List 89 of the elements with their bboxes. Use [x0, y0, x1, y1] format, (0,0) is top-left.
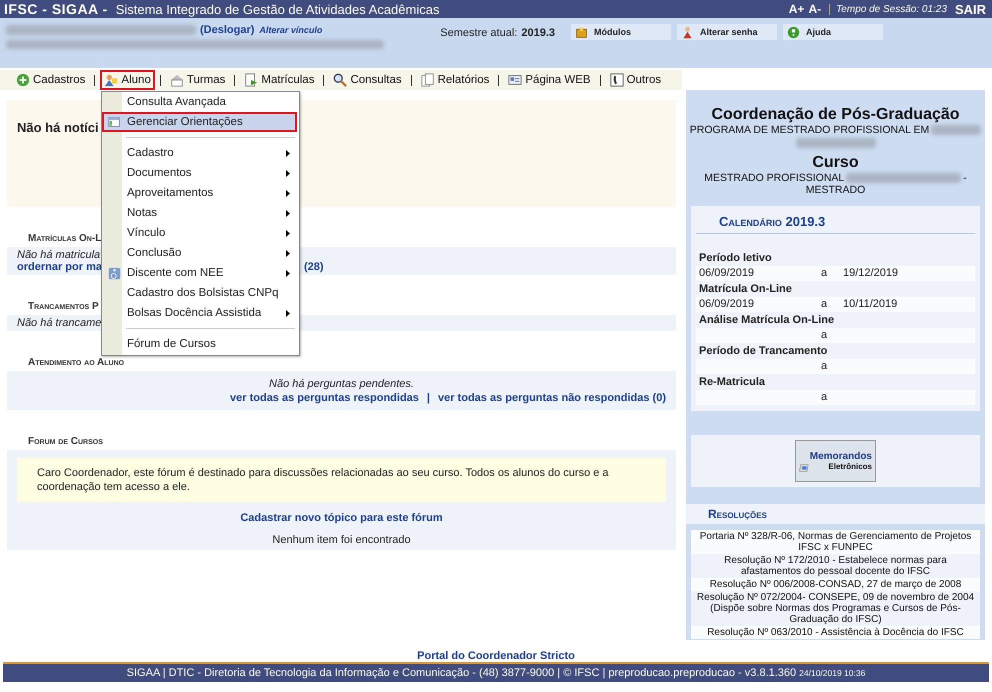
- portal-link[interactable]: Portal do Coordenador Stricto: [417, 650, 575, 662]
- menu-item[interactable]: Cadastro: [102, 143, 297, 163]
- date-separator: a: [821, 360, 828, 373]
- section-heading: Trancamentos P: [28, 301, 99, 312]
- link-separator: |: [426, 392, 430, 404]
- font-increase-link[interactable]: A+: [788, 2, 804, 16]
- menu-item[interactable]: Outros: [606, 70, 666, 90]
- coordination-title: Coordenação de Pós-Graduação: [710, 106, 961, 124]
- new-topic-link[interactable]: Cadastrar novo tópico para este fórum: [17, 512, 666, 524]
- logout-link[interactable]: (Deslogar): [200, 24, 254, 36]
- change-link[interactable]: Alterar vínculo: [259, 25, 322, 35]
- calendar-title: Calendário 2019.3: [696, 214, 975, 234]
- menu-item[interactable]: Documentos: [102, 163, 297, 183]
- search-icon: [333, 73, 348, 87]
- resolution-link[interactable]: Resolução Nº 172/2010 - Estabelece normas para afastamentos do pessoal docente do IFSC: [691, 554, 980, 578]
- empty-message: Nenhum item foi encontrado: [271, 534, 412, 546]
- plus-icon: [16, 73, 30, 87]
- resolution-link[interactable]: Resolução Nº 063/2010 - Assistência à Docência do IFSC: [691, 626, 980, 639]
- section-heading: Matrículas On-L: [28, 233, 102, 244]
- logout-link[interactable]: SAIR: [954, 2, 986, 16]
- footer-timestamp: 24/10/2019 10:36: [799, 668, 866, 678]
- menu-item[interactable]: Consultas: [329, 70, 406, 90]
- empty-message: Não há matricula: [17, 249, 100, 261]
- empty-message: Não há perguntas pendentes.: [269, 377, 414, 390]
- toolbar-button[interactable]: Módulos: [571, 24, 671, 40]
- toolbar-button[interactable]: Ajuda: [783, 24, 883, 40]
- course-heading: Curso: [811, 154, 860, 172]
- menu-item[interactable]: Página WEB: [504, 70, 595, 90]
- menu-item[interactable]: Cadastro dos Bolsistas CNPq: [102, 283, 297, 303]
- system-name: Sistema Integrado de Gestão de Atividades Acadêmicas: [116, 2, 440, 17]
- date-text: 06/09/2019: [699, 267, 756, 280]
- phone-icon: [610, 73, 624, 87]
- card-icon: [508, 73, 522, 87]
- box-icon: [575, 26, 588, 38]
- menu-item[interactable]: Consulta Avançada: [102, 92, 297, 112]
- menu-item[interactable]: Relatórios: [416, 70, 494, 90]
- section-heading: Forum de Cursos: [28, 436, 103, 447]
- menu-item[interactable]: Cadastros: [12, 70, 90, 90]
- building-icon: [170, 73, 184, 87]
- course-dash: -: [963, 172, 967, 184]
- font-decrease-link[interactable]: A-: [808, 2, 822, 16]
- date-text: 10/11/2019: [843, 298, 898, 311]
- course-name: MESTRADO PROFISSIONAL: [704, 172, 844, 184]
- section-heading: Atendimento ao Aluno: [28, 357, 124, 368]
- count-link[interactable]: (28): [304, 261, 324, 273]
- sort-link[interactable]: ordernar por ma: [17, 261, 102, 273]
- resolution-link[interactable]: Resolução Nº 072/2004- CONSEPE, 09 de novembro de 2004 (Dispõe sobre Normas dos Programas e Cursos de Pós-Graduação do IFSC): [691, 591, 980, 626]
- notice-text: Não há notíci: [17, 120, 99, 135]
- date-text: 06/09/2019: [699, 298, 756, 311]
- questions-link[interactable]: ver todas as perguntas respondidas: [230, 392, 419, 404]
- brand-name: IFSC - SIGAA -: [4, 1, 108, 17]
- menu-item[interactable]: Notas: [102, 203, 297, 223]
- menu-item[interactable]: Fórum de Cursos: [102, 334, 297, 354]
- empty-message: Não há trancame: [17, 317, 102, 329]
- menu-item[interactable]: Gerenciar Orientações: [102, 112, 297, 132]
- session-timer: Tempo de Sessão: 01:23: [829, 4, 947, 14]
- menu-item[interactable]: Aluno: [100, 70, 155, 90]
- course-name: MESTRADO: [806, 184, 866, 196]
- footer-text: SIGAA | DTIC - Diretoria de Tecnologia da Informação e Comunicação - (48) 3877-9000 | © IFSC | preproducao.preproducao - v3.8.1.360: [126, 667, 796, 679]
- forum-message: Caro Coordenador, este fórum é destinado para discussões relacionadas ao seu curso. Todos os alunos do curso e a coordenação tem acesso a ele.: [17, 458, 666, 502]
- menu-item[interactable]: Discente com NEE: [102, 263, 297, 283]
- resolutions-heading: Resoluções: [686, 504, 985, 524]
- pages-icon: [420, 73, 435, 87]
- menu-item[interactable]: Matrículas: [240, 70, 318, 90]
- wheelchair-icon: [108, 266, 120, 280]
- questions-link[interactable]: ver todas as perguntas não respondidas (0): [438, 392, 666, 404]
- semester-label: Semestre atual:: [440, 27, 518, 39]
- blurred-text: [931, 125, 982, 135]
- semester-value: 2019.3: [521, 27, 555, 39]
- menu-item[interactable]: Vínculo: [102, 223, 297, 243]
- person-icon: [681, 26, 694, 38]
- program-name: PROGRAMA DE MESTRADO PROFISSIONAL EM: [690, 124, 930, 136]
- resolution-link[interactable]: Resolução Nº 006/2008-CONSAD, 27 de março de 2008: [691, 578, 980, 591]
- date-separator: a: [821, 298, 828, 311]
- date-separator: a: [821, 391, 828, 404]
- document-icon: [244, 73, 258, 87]
- memos-button[interactable]: Memorandos Eletrônicos: [795, 440, 876, 482]
- resolution-link[interactable]: Portaria Nº 328/R-06, Normas de Gerenciamento de Projetos IFSC x FUNPEC: [691, 530, 980, 554]
- date-separator: a: [821, 329, 828, 342]
- menu-item[interactable]: Bolsas Docência Assistida: [102, 303, 297, 323]
- window-icon: [108, 116, 120, 128]
- menu-item[interactable]: Turmas: [166, 70, 230, 90]
- help-icon: [787, 26, 800, 38]
- date-text: 19/12/2019: [843, 267, 898, 280]
- toolbar-button[interactable]: Alterar senha: [677, 24, 777, 40]
- menu-item[interactable]: Conclusão: [102, 243, 297, 263]
- date-separator: a: [821, 267, 828, 280]
- menu-item[interactable]: Aproveitamentos: [102, 183, 297, 203]
- people-icon: [104, 73, 118, 87]
